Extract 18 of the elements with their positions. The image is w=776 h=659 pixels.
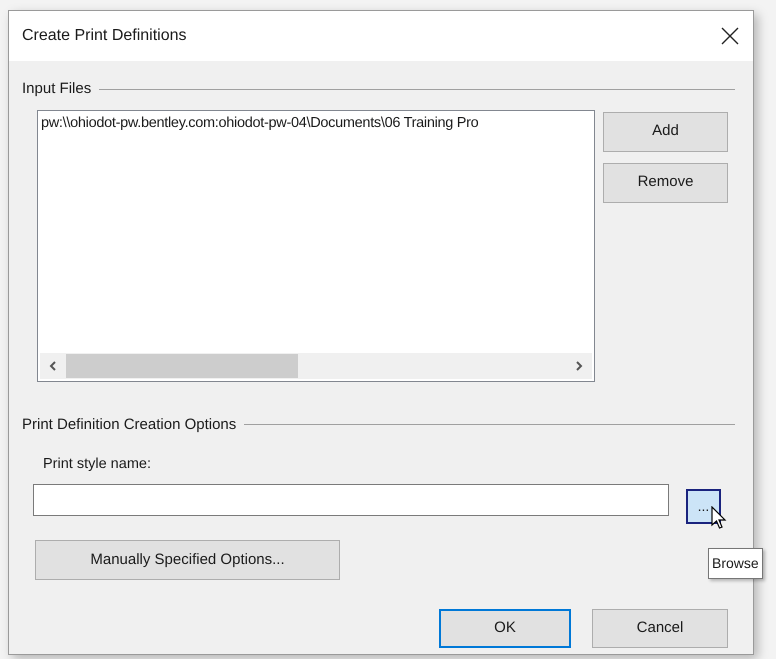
horizontal-scrollbar[interactable]	[40, 352, 592, 378]
print-style-input[interactable]	[33, 484, 669, 516]
scrollbar-thumb[interactable]	[66, 354, 298, 378]
close-icon[interactable]	[719, 25, 741, 47]
file-path[interactable]: pw:\\ohiodot-pw.bentley.com:ohiodot-pw-04\Documents\06 Training Pro	[41, 112, 594, 134]
file-list[interactable]: pw:\\ohiodot-pw.bentley.com:ohiodot-pw-04\Documents\06 Training Pro	[37, 110, 595, 382]
window-title: Create Print Definitions	[22, 26, 187, 46]
add-button[interactable]: Add	[603, 112, 728, 152]
section-label: Input Files	[22, 79, 92, 99]
section-label: Print Definition Creation Options	[22, 414, 236, 434]
ok-button[interactable]: OK	[439, 608, 571, 648]
remove-button[interactable]: Remove	[603, 162, 728, 202]
tooltip: Browse	[708, 548, 763, 579]
field-label: Print style name:	[43, 455, 152, 474]
browse-button[interactable]: ...	[686, 488, 721, 524]
mouse-pointer-icon	[711, 506, 727, 530]
cancel-button[interactable]: Cancel	[592, 608, 728, 648]
manual-options-button[interactable]: Manually Specified Options...	[35, 540, 340, 580]
